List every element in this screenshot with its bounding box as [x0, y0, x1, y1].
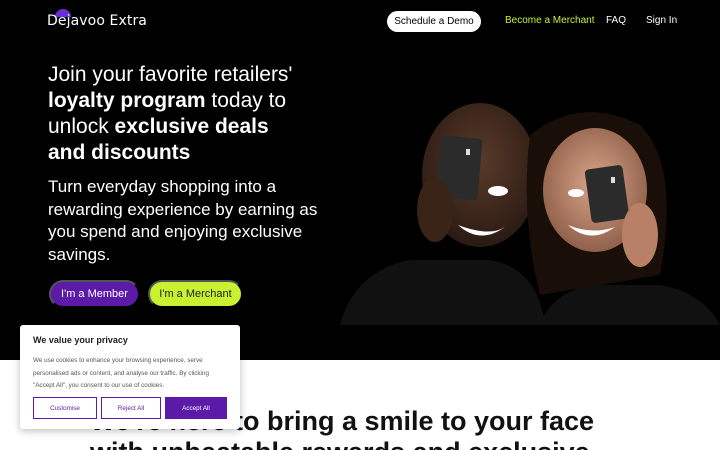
customise-button[interactable]: Customise [33, 397, 97, 419]
accept-all-button[interactable]: Accept All [165, 397, 227, 419]
headline-bold: exclusive deals [114, 115, 269, 138]
logo[interactable]: Dejavoo Extra [47, 9, 147, 29]
headline-part: unlock [48, 115, 115, 138]
member-button[interactable]: I'm a Member [49, 280, 140, 308]
cookie-actions: Customise Reject All Accept All [33, 397, 227, 419]
headline-part: Join your favorite retailers' [48, 63, 293, 86]
headline-bold: loyalty program [48, 89, 206, 112]
cookie-title: We value your privacy [33, 335, 128, 345]
headline-part: today to [205, 89, 287, 112]
become-merchant-link[interactable]: Become a Merchant [505, 15, 595, 26]
hero-section: Dejavoo Extra Schedule a Demo Become a M… [0, 0, 720, 360]
sign-in-link[interactable]: Sign In [646, 15, 677, 26]
cookie-body: We use cookies to enhance your browsing … [33, 357, 209, 389]
cookie-banner: We value your privacy We use cookies to … [20, 325, 240, 429]
hero-photo [340, 103, 720, 325]
merchant-button[interactable]: I'm a Merchant [148, 280, 243, 308]
reject-all-button[interactable]: Reject All [101, 397, 161, 419]
hero-subhead: Turn everyday shopping into a rewarding … [48, 177, 318, 264]
logo-text: Dejavoo Extra [47, 13, 147, 29]
hero-headline: Join your favorite retailers' loyalty pr… [48, 62, 348, 166]
faq-link[interactable]: FAQ [606, 15, 626, 26]
headline-bold: and discounts [48, 141, 191, 164]
schedule-demo-button[interactable]: Schedule a Demo [387, 11, 481, 32]
